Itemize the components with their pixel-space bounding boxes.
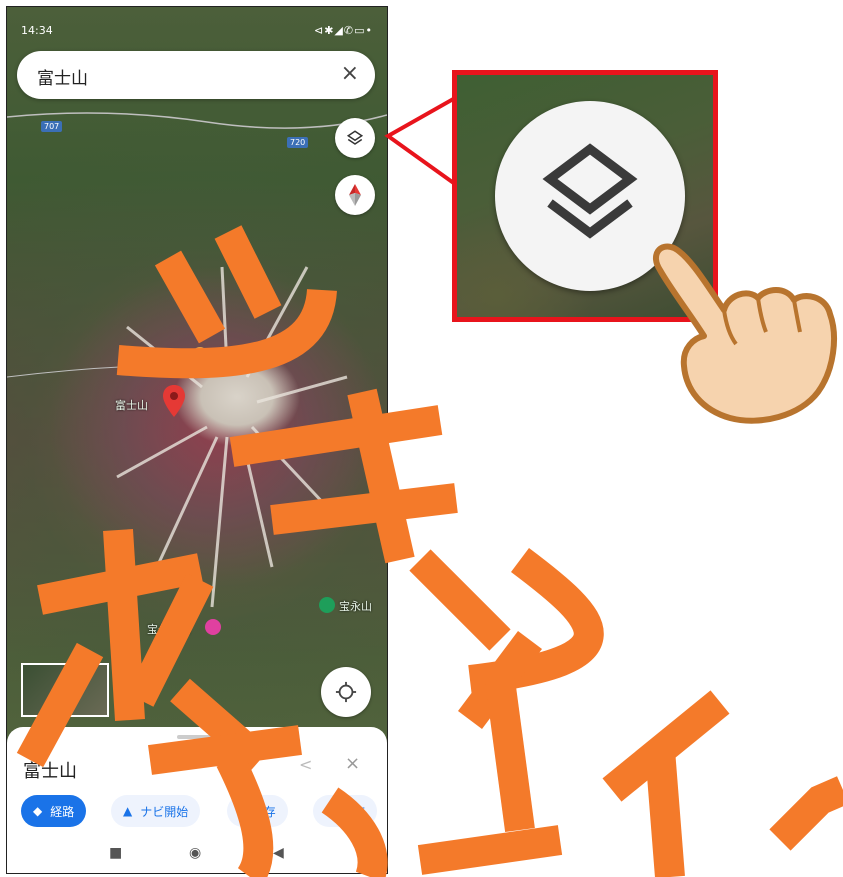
navigate-button[interactable]: ▲ ナビ開始	[111, 795, 201, 827]
share-label: 共有	[341, 804, 366, 819]
drag-handle[interactable]	[177, 735, 215, 739]
crosshair-icon	[335, 681, 357, 703]
status-icons: ⊲✱◢✆▭•	[314, 24, 373, 37]
save-button[interactable]: ▯ 保存	[227, 795, 288, 827]
search-bar[interactable]: 富士山 ×	[17, 51, 375, 99]
layers-icon	[346, 130, 364, 145]
navigate-icon: ▲	[123, 804, 133, 818]
clear-search-button[interactable]: ×	[341, 61, 359, 86]
map-pin-icon[interactable]	[163, 385, 185, 417]
compass-icon	[349, 184, 361, 206]
compass-button[interactable]	[335, 175, 375, 215]
share-button[interactable]: < 共有	[313, 795, 378, 827]
phone-screen: 707 720 白山岳 富士山 宝永山 宝永山口 14:34 ⊲✱◢✆▭• 富士…	[6, 6, 388, 874]
bookmark-icon: ▯	[239, 804, 246, 818]
place-bottom-sheet[interactable]: 富士山 < × ◆ 経路 ▲ ナビ開始 ▯ 保存 < 共有 ■ ◉ ◀	[7, 727, 387, 873]
map-type-thumbnail[interactable]	[21, 663, 109, 717]
status-bar: 14:34 ⊲✱◢✆▭•	[7, 7, 387, 45]
place-label-lower[interactable]: 宝永山口	[147, 621, 191, 637]
directions-button[interactable]: ◆ 経路	[21, 795, 87, 827]
pointing-hand-icon	[653, 243, 837, 424]
recent-apps-button[interactable]: ■	[109, 845, 122, 861]
zoomed-layers-button	[495, 101, 685, 291]
android-nav-bar: ■ ◉ ◀	[7, 833, 387, 873]
road-label: 707	[41, 121, 63, 132]
layers-button[interactable]	[335, 118, 375, 158]
place-label-summit[interactable]: 富士山	[115, 397, 148, 413]
search-query[interactable]: 富士山	[37, 64, 88, 89]
my-location-button[interactable]	[321, 667, 371, 717]
share-chip-icon: <	[325, 804, 336, 818]
poi-icon[interactable]	[192, 347, 208, 363]
status-time: 14:34	[21, 24, 53, 37]
back-button[interactable]: ◀	[273, 845, 284, 861]
layers-icon	[542, 143, 638, 239]
navigate-label: ナビ開始	[140, 804, 189, 819]
directions-icon: ◆	[33, 804, 43, 818]
place-label-hut[interactable]: 白山岳	[147, 347, 180, 363]
share-icon[interactable]: <	[299, 755, 312, 774]
place-title: 富士山	[23, 761, 77, 782]
mountain-poi-icon[interactable]	[319, 597, 335, 613]
save-label: 保存	[251, 804, 276, 819]
directions-label: 経路	[50, 804, 75, 819]
place-label-hoei[interactable]: 宝永山	[339, 598, 372, 614]
parking-poi-icon[interactable]	[205, 619, 221, 635]
close-sheet-button[interactable]: ×	[345, 753, 360, 774]
road-label: 720	[287, 137, 309, 148]
zoom-box	[452, 70, 718, 322]
home-button[interactable]: ◉	[189, 845, 201, 861]
